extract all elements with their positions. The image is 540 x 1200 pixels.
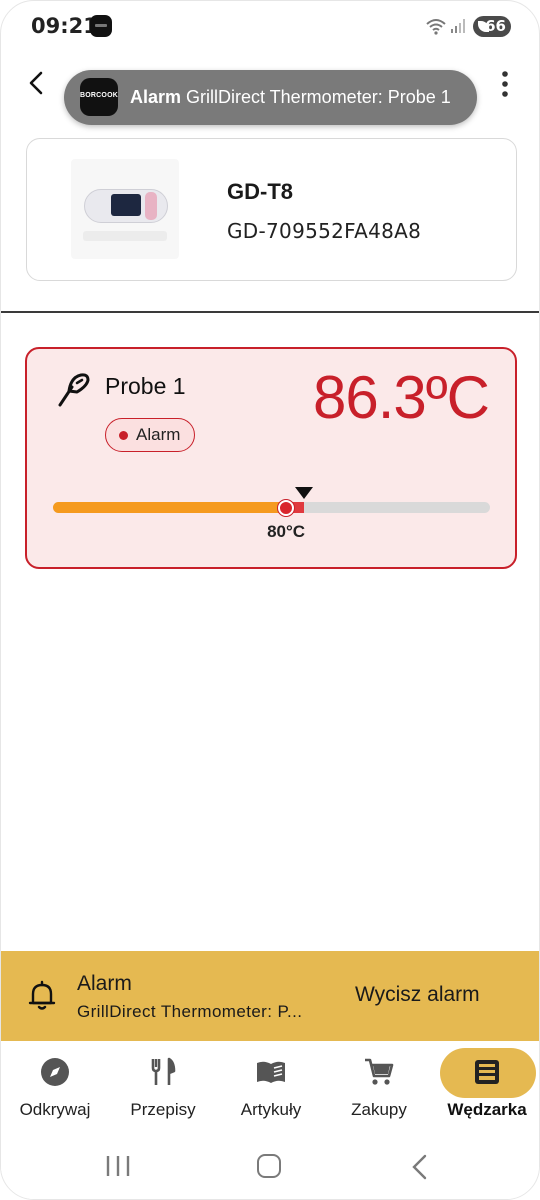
- battery-indicator: 66: [473, 16, 511, 37]
- back-arrow-icon[interactable]: [23, 69, 51, 97]
- device-name: GD-T8: [227, 179, 293, 204]
- compass-icon: [41, 1058, 69, 1086]
- device-id: GD-709552FA48A8: [227, 219, 422, 243]
- cutlery-icon: [151, 1057, 176, 1085]
- alarm-status-badge: Alarm: [105, 418, 196, 452]
- thermometer-image: [71, 159, 179, 259]
- system-navigation-bar: [1, 1135, 539, 1199]
- progress-below-target: [53, 502, 287, 513]
- smoker-icon: [475, 1060, 499, 1084]
- cart-icon: [365, 1058, 394, 1085]
- nav-item-odkrywaj[interactable]: Odkrywaj: [1, 1041, 109, 1135]
- banner-text: GrillDirect Thermometer: P...: [77, 1002, 303, 1021]
- probe-label: Probe 1: [105, 373, 186, 399]
- bell-icon: [28, 980, 56, 1010]
- alarm-banner: Alarm GrillDirect Thermometer: P... Wyci…: [1, 951, 539, 1041]
- system-back-icon[interactable]: [409, 1154, 429, 1180]
- probe-temperature: 86.3ºC: [312, 364, 490, 431]
- more-options-icon[interactable]: [495, 69, 515, 99]
- borcook-app-icon: BORCOOK: [80, 78, 118, 116]
- nav-item-artykuly[interactable]: Artykuły: [217, 1041, 325, 1135]
- target-temperature-label: 80°C: [267, 522, 306, 541]
- book-icon: [257, 1061, 285, 1083]
- bottom-navigation: Odkrywaj Przepisy Artykuły Zakupy Wędzar…: [1, 1041, 539, 1135]
- status-bar: 09:21 66: [1, 1, 539, 53]
- app-icon-text: BORCOOK: [80, 92, 118, 99]
- probe-card[interactable]: Probe 1 86.3ºC Alarm 80°C: [25, 347, 517, 569]
- silence-alarm-button[interactable]: Wycisz alarm: [355, 983, 480, 1007]
- notification-title: Alarm: [130, 87, 182, 107]
- nav-item-zakupy[interactable]: Zakupy: [325, 1041, 433, 1135]
- notification-text: GrillDirect Thermometer: Probe 1: [186, 87, 451, 107]
- status-time: 09:21: [31, 14, 98, 38]
- target-temperature-knob[interactable]: [278, 500, 295, 516]
- device-card[interactable]: GD-T8 GD-709552FA48A8: [26, 138, 517, 281]
- nav-item-przepisy[interactable]: Przepisy: [109, 1041, 217, 1135]
- nav-item-wedzarka[interactable]: Wędzarka: [433, 1041, 539, 1135]
- alarm-dot-icon: [119, 431, 128, 440]
- phone-screen: 09:21 66 BORCOOK Alarm GrillDirect Therm…: [0, 0, 540, 1200]
- divider: [1, 311, 539, 313]
- current-temperature-marker: [295, 487, 314, 499]
- heads-up-notification[interactable]: BORCOOK Alarm GrillDirect Thermometer: P…: [64, 70, 477, 125]
- home-icon[interactable]: [257, 1154, 281, 1178]
- alarm-status-label: Alarm: [136, 425, 181, 444]
- temperature-progress-bar: [53, 502, 490, 513]
- signal-icon: [451, 19, 465, 33]
- nav-label: Wędzarka: [447, 1100, 527, 1119]
- app-notification-icon: [90, 15, 112, 37]
- banner-title: Alarm: [77, 972, 132, 995]
- wifi-icon: [426, 19, 446, 35]
- recent-apps-icon[interactable]: [105, 1155, 131, 1177]
- probe-icon: [58, 373, 90, 407]
